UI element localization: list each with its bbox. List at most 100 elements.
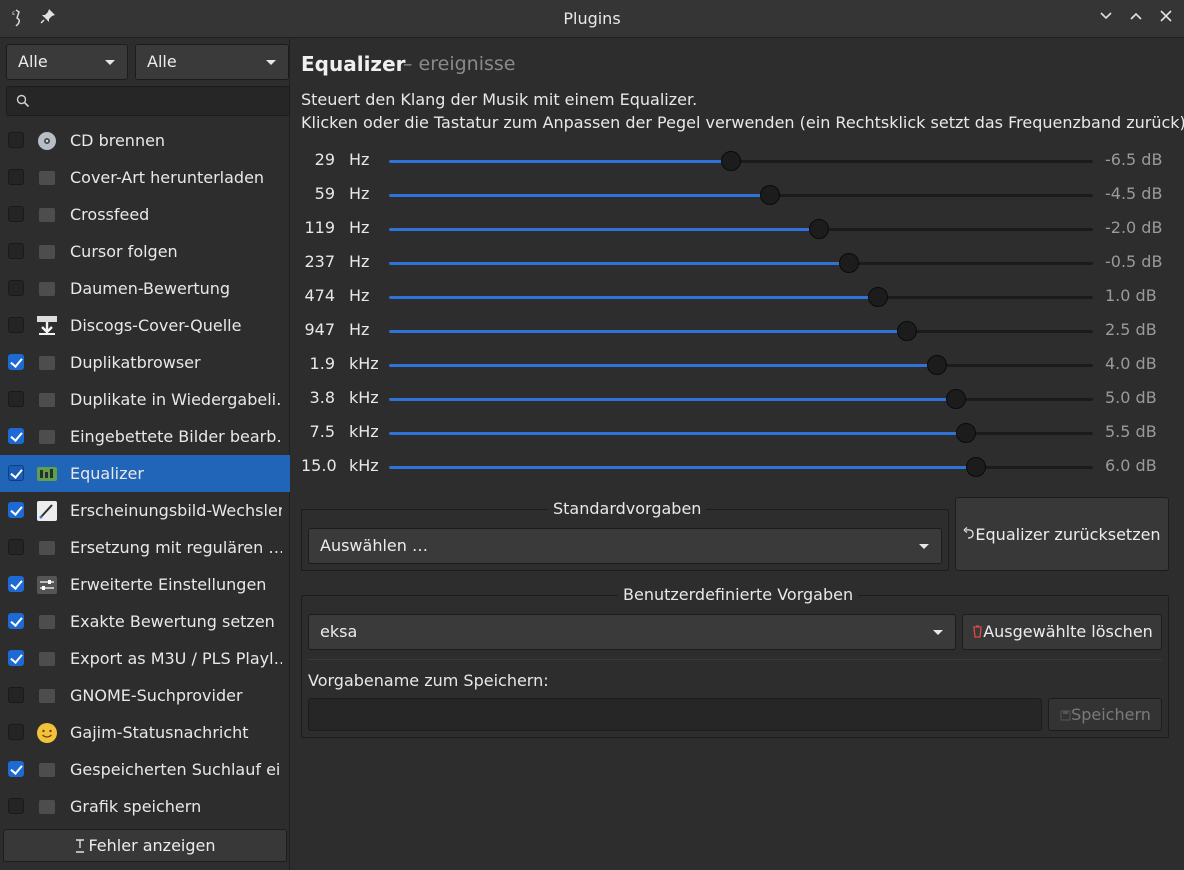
plugin-list-item[interactable]: Cover-Art herunterladen	[0, 159, 290, 196]
plugin-list-item[interactable]: Exakte Bewertung setzen	[0, 603, 290, 640]
plugin-enable-checkbox[interactable]	[8, 502, 24, 518]
plugin-enable-checkbox[interactable]	[8, 613, 24, 629]
plugin-title: Equalizer	[301, 52, 406, 76]
band-slider-handle[interactable]	[838, 253, 859, 273]
close-icon[interactable]	[1155, 8, 1177, 30]
plugin-enable-checkbox[interactable]	[8, 428, 24, 444]
band-frequency: 3.8	[309, 388, 335, 407]
band-slider-handle[interactable]	[926, 355, 947, 375]
image-icon	[36, 167, 58, 189]
band-unit: Hz	[349, 218, 370, 237]
plugin-enable-checkbox[interactable]	[8, 354, 24, 370]
preset-name-label: Vorgabename zum Speichern:	[308, 671, 549, 690]
plugin-enable-checkbox[interactable]	[8, 798, 24, 814]
plugin-enable-checkbox[interactable]	[8, 576, 24, 592]
plugin-list-item[interactable]: Crossfeed	[0, 196, 290, 233]
filter-combo-1[interactable]: Alle	[6, 44, 128, 80]
plugin-list-item[interactable]: Ersetzung mit regulären …	[0, 529, 290, 566]
plugin-list-item-label: Duplikate in Wiedergabeli…	[70, 390, 282, 409]
band-slider[interactable]	[389, 389, 1093, 409]
band-slider-fill	[389, 296, 878, 299]
plugin-enable-checkbox[interactable]	[8, 317, 24, 333]
plugin-list-item[interactable]: Discogs-Cover-Quelle	[0, 307, 290, 344]
trash-icon	[971, 616, 983, 638]
plugin-list-item[interactable]: Daumen-Bewertung	[0, 270, 290, 307]
band-slider[interactable]	[389, 457, 1093, 477]
band-slider-handle[interactable]	[955, 423, 976, 443]
plugin-enable-checkbox[interactable]	[8, 169, 24, 185]
image-edit-icon	[36, 426, 58, 448]
preset-name-input[interactable]	[308, 698, 1042, 731]
band-slider[interactable]	[389, 151, 1093, 171]
grid-icon	[36, 352, 58, 374]
band-slider[interactable]	[389, 287, 1093, 307]
plugin-enable-checkbox[interactable]	[8, 687, 24, 703]
download-icon	[36, 315, 58, 337]
plugin-search-input[interactable]	[6, 86, 290, 116]
plugin-enable-checkbox[interactable]	[8, 539, 24, 555]
plugin-list-item[interactable]: Equalizer	[0, 455, 290, 492]
band-slider-fill	[389, 194, 771, 197]
plugin-list-item-label: Ersetzung mit regulären …	[70, 538, 282, 557]
equalizer-band: 474 Hz 1.0 dB	[291, 280, 1184, 314]
plugin-enable-checkbox[interactable]	[8, 465, 24, 481]
band-slider[interactable]	[389, 355, 1093, 375]
band-slider-handle[interactable]	[760, 185, 781, 205]
equalizer-band: 3.8 kHz 5.0 dB	[291, 382, 1184, 416]
band-slider-handle[interactable]	[897, 321, 918, 341]
plugin-subtitle: – ereignisse	[403, 53, 516, 75]
band-slider[interactable]	[389, 185, 1093, 205]
show-errors-button[interactable]: Fehler anzeigen	[3, 829, 287, 862]
custom-preset-combo[interactable]: eksa	[308, 614, 956, 650]
band-slider[interactable]	[389, 253, 1093, 273]
filter-combo-2[interactable]: Alle	[135, 44, 289, 80]
band-frequency: 119	[304, 218, 335, 237]
plugin-enable-checkbox[interactable]	[8, 132, 24, 148]
band-slider-handle[interactable]	[946, 389, 967, 409]
plugin-enable-checkbox[interactable]	[8, 206, 24, 222]
plugin-list-item[interactable]: CD brennen	[0, 122, 290, 159]
smiley-icon	[36, 722, 58, 744]
plugin-list-item[interactable]: Gajim-Statusnachricht	[0, 714, 290, 751]
default-preset-combo[interactable]: Auswählen …	[308, 528, 942, 564]
band-slider[interactable]	[389, 423, 1093, 443]
band-frequency: 474	[304, 286, 335, 305]
minimize-icon[interactable]	[1095, 8, 1117, 30]
plugin-list-item-label: Gajim-Statusnachricht	[70, 723, 249, 742]
band-gain-value: 2.5 dB	[1105, 320, 1157, 339]
plugin-enable-checkbox[interactable]	[8, 650, 24, 666]
plugin-enable-checkbox[interactable]	[8, 280, 24, 296]
maximize-icon[interactable]	[1125, 8, 1147, 30]
band-slider-handle[interactable]	[809, 219, 830, 239]
plugin-list-item[interactable]: Grafik speichern	[0, 788, 290, 819]
plugin-list-item[interactable]: Cursor folgen	[0, 233, 290, 270]
plugin-list-item[interactable]: Duplikate in Wiedergabeli…	[0, 381, 290, 418]
plugin-list-item[interactable]: Erscheinungsbild-Wechsler	[0, 492, 290, 529]
reset-equalizer-button[interactable]: Equalizer zurücksetzen	[955, 497, 1169, 571]
plugin-list-item[interactable]: Eingebettete Bilder bearb…	[0, 418, 290, 455]
plugin-list-item[interactable]: Export as M3U / PLS Playl…	[0, 640, 290, 677]
plugin-enable-checkbox[interactable]	[8, 391, 24, 407]
band-slider-handle[interactable]	[867, 287, 888, 307]
plugin-list-item[interactable]: Gespeicherten Suchlauf ei…	[0, 751, 290, 788]
band-slider[interactable]	[389, 219, 1093, 239]
save-preset-button[interactable]: Speichern	[1048, 698, 1162, 731]
plugin-list-item-label: Crossfeed	[70, 205, 150, 224]
plugin-enable-checkbox[interactable]	[8, 243, 24, 259]
equalizer-band: 15.0 kHz 6.0 dB	[291, 450, 1184, 484]
band-gain-value: 5.0 dB	[1105, 388, 1157, 407]
plugin-list-item-label: Daumen-Bewertung	[70, 279, 231, 298]
band-slider-handle[interactable]	[965, 457, 986, 477]
plugin-list-item[interactable]: Duplikatbrowser	[0, 344, 290, 381]
band-slider[interactable]	[389, 321, 1093, 341]
band-slider-fill	[389, 432, 966, 435]
plugin-list-item[interactable]: GNOME-Suchprovider	[0, 677, 290, 714]
plugin-enable-checkbox[interactable]	[8, 761, 24, 777]
band-unit: kHz	[349, 388, 379, 407]
plugin-list-item[interactable]: Erweiterte Einstellungen	[0, 566, 290, 603]
settings-sliders-icon	[36, 574, 58, 596]
plugin-enable-checkbox[interactable]	[8, 724, 24, 740]
band-frequency: 59	[314, 184, 335, 203]
delete-preset-button[interactable]: Ausgewählte löschen	[962, 614, 1162, 650]
band-slider-handle[interactable]	[721, 151, 742, 171]
